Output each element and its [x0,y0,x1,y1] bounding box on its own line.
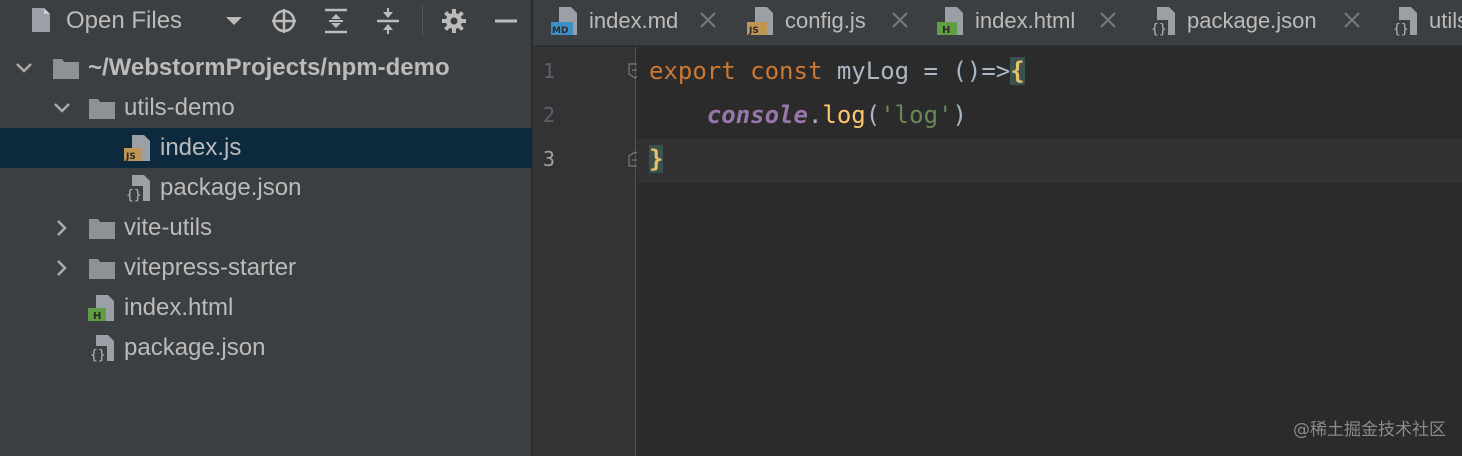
expand-all-icon [325,8,347,34]
line-number: 3 [543,147,556,171]
tree-item-root[interactable]: ~/WebstormProjects/npm-demo [0,48,532,88]
js-file-icon: JS [124,135,150,162]
code-line-1: export const myLog = ()=>{ [649,56,1025,86]
close-icon[interactable] [697,9,719,31]
tab-label: utils [1429,8,1462,33]
gear-icon [442,9,466,33]
tree-item-index-html[interactable]: H index.html [0,288,532,328]
svg-text:{}: {} [1151,22,1167,36]
json-file-icon: {} [125,175,150,202]
file-icon [32,8,50,32]
string-token: 'log' [880,101,953,129]
svg-text:{}: {} [1393,22,1409,36]
editor-tab-bar: MD index.md JS config.js H index.html {}… [533,0,1462,46]
tab-utils[interactable]: {} utils [1391,0,1462,45]
html-file-icon: H [88,295,114,322]
method-token: log [822,101,866,129]
js-file-icon: JS [747,7,773,36]
toolbar-separator [422,6,423,36]
locate-file-button[interactable] [268,6,300,36]
paren-token: ) [952,101,967,129]
keyword-token: export [649,57,736,85]
project-view-selector[interactable]: Open Files [66,6,182,36]
code-line-3: } [649,144,664,174]
project-panel-header: Open Files [0,0,532,44]
paren-token: ( [865,101,881,129]
close-icon[interactable] [1341,9,1363,31]
svg-text:{}: {} [126,188,142,202]
tree-item-label: index.html [124,294,234,321]
current-line-highlight [637,139,1462,183]
folder-icon [53,59,79,79]
watermark: @稀土掘金技术社区 [1293,420,1446,440]
folder-icon [89,259,115,279]
identifier-token: myLog [836,57,910,85]
brace-token: { [1010,57,1025,85]
tree-item-index-js[interactable]: JS index.js [0,128,532,168]
json-file-icon: {} [1392,7,1417,36]
tree-item-label: utils-demo [124,94,235,121]
tab-index-md[interactable]: MD index.md [551,0,731,45]
collapse-all-icon [377,8,399,34]
chevron-right-icon[interactable] [52,258,72,278]
line-number: 2 [543,103,556,127]
dot-token: . [807,101,823,129]
svg-text:H: H [93,311,101,322]
close-icon[interactable] [889,9,911,31]
chevron-right-icon[interactable] [52,218,72,238]
code-line-2: console.log('log') [649,100,967,130]
tab-label: index.html [975,8,1076,33]
tab-index-html[interactable]: H index.html [937,0,1133,45]
tab-label: index.md [589,8,679,33]
tree-item-label: ~/WebstormProjects/npm-demo [88,54,450,81]
tree-item-utils-demo[interactable]: utils-demo [0,88,532,128]
folder-icon [89,219,115,239]
tab-config-js[interactable]: JS config.js [747,0,923,45]
tab-package-json[interactable]: {} package.json [1149,0,1373,45]
settings-button[interactable] [438,6,470,36]
tree-item-label: vite-utils [124,214,213,241]
chevron-down-icon[interactable] [52,98,72,118]
line-number-gutter: 1 2 3 [533,47,636,456]
json-file-icon: {} [1150,7,1175,36]
tree-item-label: vitepress-starter [124,254,297,281]
code-editor[interactable]: export const myLog = ()=>{ console.log('… [637,47,1462,456]
project-panel: Open Files ~/WebstormProjects/npm-demo u… [0,0,532,456]
tab-label: config.js [785,8,866,33]
tree-item-label: package.json [160,174,302,201]
keyword-token: const [750,57,823,85]
tab-label: package.json [1187,8,1317,33]
line-number: 1 [543,59,556,83]
operator-token: = ()=> [909,57,1011,85]
collapse-all-button[interactable] [372,6,404,36]
tree-item-vite-utils[interactable]: vite-utils [0,208,532,248]
tree-item-label: package.json [124,334,266,361]
tree-item-package-json-root[interactable]: {} package.json [0,328,532,368]
expand-all-button[interactable] [320,6,352,36]
global-object-token: console [706,101,808,129]
close-icon[interactable] [1097,9,1119,31]
tree-item-package-json[interactable]: {} package.json [0,168,532,208]
markdown-file-icon: MD [551,7,577,36]
chevron-down-icon[interactable] [224,14,244,28]
hide-panel-button[interactable] [490,6,522,36]
crosshair-icon [272,9,296,33]
tree-item-label: index.js [160,134,242,161]
svg-text:JS: JS [748,26,759,36]
brace-token: } [649,145,664,173]
svg-text:{}: {} [90,348,106,362]
svg-text:H: H [942,25,950,36]
tree-item-vitepress-starter[interactable]: vitepress-starter [0,248,532,288]
folder-icon [89,99,115,119]
json-file-icon: {} [89,335,114,362]
svg-text:JS: JS [125,152,136,162]
minimize-icon [495,19,517,23]
chevron-down-icon[interactable] [14,58,34,78]
html-file-icon: H [937,7,963,36]
svg-text:MD: MD [552,26,568,36]
